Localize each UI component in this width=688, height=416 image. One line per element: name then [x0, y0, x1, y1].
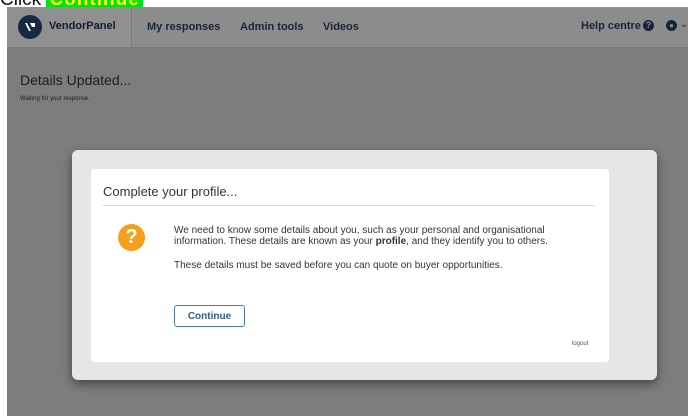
nav-videos[interactable]: Videos — [323, 21, 359, 33]
continue-button[interactable]: Continue — [174, 305, 245, 327]
nav-admin-tools[interactable]: Admin tools — [240, 21, 304, 33]
message-text-end: , and they identify you to others. — [406, 236, 548, 247]
modal-title: Complete your profile... — [103, 184, 238, 199]
page-subtitle: Waiting for your response. — [20, 96, 90, 102]
chevron-down-icon[interactable]: ⌄ — [680, 19, 688, 30]
message-bold-term: profile — [375, 236, 407, 247]
nav-my-responses[interactable]: My responses — [147, 21, 220, 33]
brand[interactable]: VendorPanel — [7, 7, 132, 47]
modal-backdrop-panel: Complete your profile... ? We need to kn… — [72, 150, 657, 380]
brand-name: VendorPanel — [49, 20, 116, 32]
user-icon[interactable]: ● — [666, 20, 677, 31]
modal-divider — [103, 205, 595, 206]
question-icon: ? — [118, 224, 145, 251]
page-title: Details Updated... — [20, 72, 132, 88]
help-centre-link[interactable]: Help centre — [581, 20, 641, 32]
modal-message: We need to know some details about you, … — [174, 225, 554, 271]
message-paragraph-2: These details must be saved before you c… — [174, 260, 503, 271]
app-window: VendorPanel My responses Admin tools Vid… — [7, 7, 688, 416]
vendorpanel-logo-icon — [18, 15, 42, 39]
logout-link[interactable]: logout — [572, 341, 588, 347]
message-paragraph-1: We need to know some details about you, … — [174, 225, 554, 247]
help-circle-icon[interactable]: ? — [643, 20, 654, 31]
top-navbar: VendorPanel My responses Admin tools Vid… — [7, 7, 688, 48]
profile-modal: Complete your profile... ? We need to kn… — [91, 169, 609, 362]
